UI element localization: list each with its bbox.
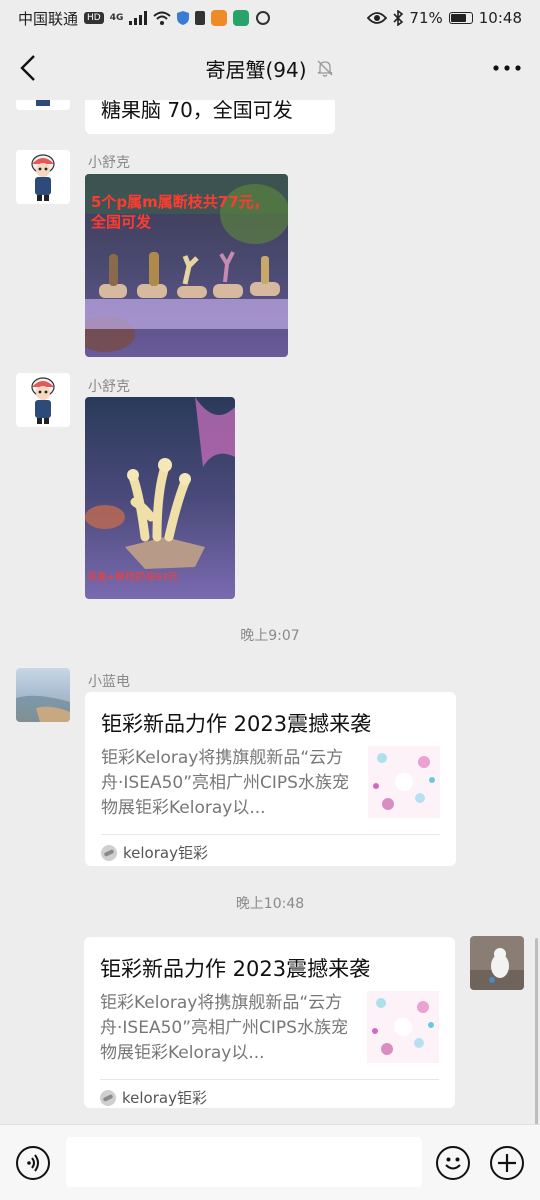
card-divider bbox=[101, 834, 440, 835]
image-caption: 凤凰+断枝奶油93元 bbox=[87, 572, 179, 583]
status-right: 71% 10:48 bbox=[367, 9, 522, 27]
signal-icon bbox=[129, 11, 148, 25]
more-icon[interactable] bbox=[492, 58, 522, 78]
avatar[interactable] bbox=[16, 150, 70, 204]
voice-icon bbox=[27, 1154, 39, 1172]
eye-icon bbox=[367, 12, 388, 24]
image-caption: 5个p属m属断枝共77元，全国可发 bbox=[91, 193, 269, 231]
image-message[interactable]: 凤凰+断枝奶油93元 bbox=[85, 397, 235, 599]
card-source-name: keloray钜彩 bbox=[122, 1089, 207, 1107]
app-icon-orange bbox=[211, 10, 228, 26]
message-input[interactable] bbox=[66, 1137, 422, 1187]
card-title: 钜彩新品力作 2023震撼来袭 bbox=[101, 712, 372, 736]
card-description: 钜彩Keloray将携旗舰新品“云方舟·ISEA50”亮相广州CIPS水族宠物展… bbox=[101, 748, 349, 818]
message-text: 糖果脑 70，全国可发 bbox=[101, 100, 293, 122]
avatar[interactable] bbox=[16, 668, 70, 722]
sender-name: 小蓝电 bbox=[88, 674, 130, 690]
card-source: keloray钜彩 bbox=[100, 1087, 207, 1108]
status-time: 10:48 bbox=[478, 9, 522, 27]
chat-title-text: 寄居蟹(94) bbox=[205, 57, 307, 82]
message-list[interactable]: 糖果脑 70，全国可发 小舒克 5个p属m属断枝共77元，全国可发 小舒克 凤凰… bbox=[0, 100, 540, 1124]
chat-screen: 中国联通 HD 4G 71% 10:48 寄居蟹(94) 糖果脑 70，全国可发… bbox=[0, 0, 540, 1200]
sender-name: 小舒克 bbox=[88, 155, 130, 171]
link-card[interactable]: 钜彩新品力作 2023震撼来袭 钜彩Keloray将携旗舰新品“云方舟·ISEA… bbox=[84, 937, 455, 1108]
emoji-icon bbox=[445, 1157, 461, 1170]
image-message[interactable]: 5个p属m属断枝共77元，全国可发 bbox=[85, 174, 288, 357]
sim-icon bbox=[195, 11, 206, 25]
plus-icon bbox=[498, 1154, 516, 1172]
link-card[interactable]: 钜彩新品力作 2023震撼来袭 钜彩Keloray将携旗舰新品“云方舟·ISEA… bbox=[85, 692, 456, 866]
battery-percent: 71% bbox=[409, 9, 443, 27]
wifi-icon bbox=[153, 11, 172, 25]
nav-bar: 寄居蟹(94) bbox=[0, 36, 540, 100]
shield-icon bbox=[177, 11, 190, 25]
source-logo-icon bbox=[100, 1089, 116, 1106]
source-logo-icon bbox=[101, 844, 117, 861]
card-title: 钜彩新品力作 2023震撼来袭 bbox=[100, 957, 371, 981]
chat-title: 寄居蟹(94) bbox=[205, 54, 334, 83]
status-left: 中国联通 HD 4G bbox=[18, 8, 271, 29]
card-divider bbox=[100, 1079, 439, 1080]
input-bar bbox=[0, 1124, 540, 1200]
text-bubble[interactable]: 糖果脑 70，全国可发 bbox=[85, 100, 335, 134]
chevron-left-icon[interactable] bbox=[14, 52, 46, 84]
scrollbar[interactable] bbox=[535, 938, 538, 1124]
carrier-label: 中国联通 bbox=[18, 9, 79, 28]
network-label: 4G bbox=[109, 13, 124, 23]
hd-badge: HD bbox=[84, 12, 104, 24]
bluetooth-icon bbox=[393, 10, 404, 26]
my-avatar[interactable] bbox=[470, 936, 524, 990]
timestamp: 晚上9:07 bbox=[240, 628, 300, 644]
circle-icon bbox=[256, 11, 271, 25]
app-icon-green bbox=[233, 10, 250, 26]
emoji-button[interactable] bbox=[436, 1146, 470, 1180]
card-source: keloray钜彩 bbox=[101, 842, 208, 863]
avatar[interactable] bbox=[16, 100, 70, 110]
avatar[interactable] bbox=[16, 373, 70, 427]
voice-button[interactable] bbox=[16, 1146, 50, 1180]
card-description: 钜彩Keloray将携旗舰新品“云方舟·ISEA50”亮相广州CIPS水族宠物展… bbox=[100, 993, 348, 1063]
sender-name: 小舒克 bbox=[88, 379, 130, 395]
bell-muted-icon bbox=[317, 60, 332, 77]
timestamp: 晚上10:48 bbox=[235, 896, 305, 912]
card-thumbnail bbox=[367, 991, 439, 1063]
card-thumbnail bbox=[368, 746, 440, 818]
plus-button[interactable] bbox=[490, 1146, 524, 1180]
card-source-name: keloray钜彩 bbox=[123, 844, 208, 862]
coral-photo bbox=[85, 397, 235, 599]
status-bar: 中国联通 HD 4G 71% 10:48 bbox=[0, 0, 540, 36]
battery-fill bbox=[450, 14, 467, 22]
battery-icon bbox=[448, 12, 473, 24]
